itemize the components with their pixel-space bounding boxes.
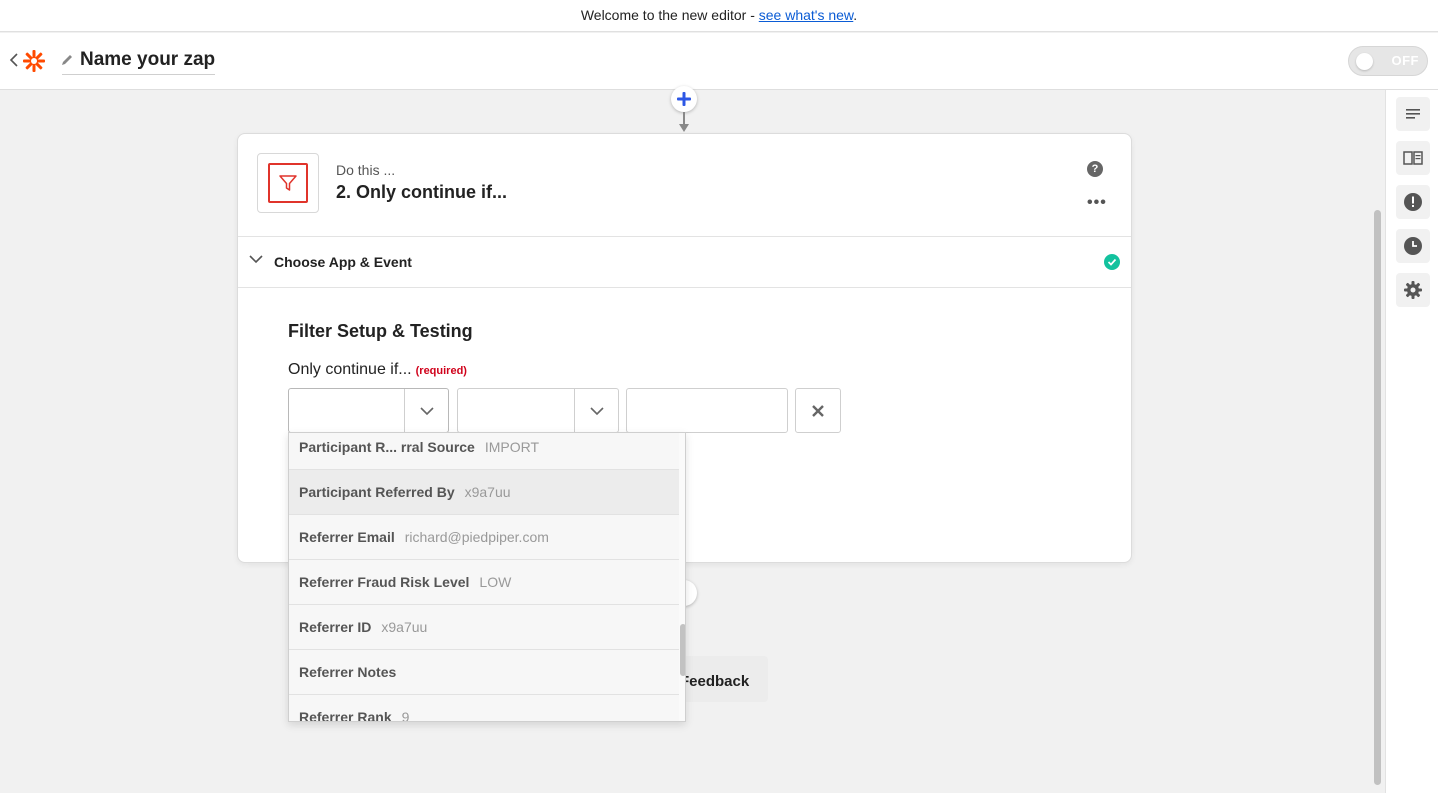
editor-header: Name your zap OFF	[0, 33, 1438, 90]
remove-condition-button[interactable]	[795, 388, 841, 433]
filter-setup-title: Filter Setup & Testing	[288, 321, 473, 341]
option-key: Participant Referred By	[299, 484, 455, 500]
settings-button[interactable]	[1396, 273, 1430, 307]
field-select[interactable]	[288, 388, 449, 433]
page-scrollbar[interactable]	[1371, 90, 1383, 793]
clock-icon	[1404, 237, 1422, 255]
chevron-down-icon	[589, 406, 604, 415]
pencil-icon	[60, 53, 74, 67]
close-icon	[812, 404, 824, 417]
more-options-icon[interactable]: •••	[1087, 194, 1107, 212]
option-value: LOW	[479, 574, 512, 590]
book-icon	[1403, 151, 1423, 165]
list-icon	[1406, 109, 1420, 119]
toggle-label: OFF	[1391, 53, 1419, 68]
feedback-label: Feedback	[680, 673, 750, 690]
zap-on-off-toggle[interactable]: OFF	[1348, 46, 1428, 76]
dropdown-option[interactable]: Referrer Email richard@piedpiper.com	[289, 515, 679, 560]
condition-select-toggle[interactable]	[574, 389, 618, 432]
option-key: Referrer Rank	[299, 709, 392, 722]
alert-icon	[1404, 193, 1422, 211]
banner-text: Welcome to the new editor -	[580, 7, 759, 23]
dropdown-option[interactable]: Referrer Fraud Risk Level LOW	[289, 560, 679, 605]
plus-icon	[677, 92, 691, 106]
zap-name-text: Name your zap	[80, 49, 216, 70]
chevron-down-icon	[248, 251, 264, 267]
banner-suffix: .	[853, 7, 858, 23]
page-scrollbar-thumb[interactable]	[1374, 210, 1381, 785]
add-step-button-top[interactable]	[671, 86, 697, 112]
right-sidebar	[1385, 90, 1438, 793]
dropdown-option[interactable]: Referrer Rank 9	[289, 695, 679, 722]
option-value: x9a7uu	[381, 619, 428, 635]
zap-name-field[interactable]: Name your zap	[62, 47, 216, 75]
option-value: richard@piedpiper.com	[404, 529, 549, 545]
option-key: Referrer Email	[299, 529, 395, 545]
zapier-logo-icon[interactable]	[22, 49, 46, 73]
outline-button[interactable]	[1396, 97, 1430, 131]
only-continue-label: Only continue if... (required)	[288, 361, 467, 379]
alerts-button[interactable]	[1396, 185, 1430, 219]
option-key: Participant R... rral Source	[299, 439, 475, 455]
field-dropdown-menu: Participant R... rral Source IMPORT Parti…	[288, 432, 686, 722]
filter-app-icon	[268, 163, 308, 203]
dropdown-option[interactable]: Referrer Notes	[289, 650, 679, 695]
dropdown-option[interactable]: Referrer ID x9a7uu	[289, 605, 679, 650]
step-title: 2. Only continue if...	[336, 182, 508, 202]
connector-arrow-icon	[679, 124, 689, 132]
dropdown-scrollbar[interactable]	[679, 433, 685, 721]
field-select-toggle[interactable]	[404, 389, 448, 432]
required-tag: (required)	[415, 365, 467, 377]
dropdown-option[interactable]: Participant Referred By x9a7uu	[289, 470, 679, 515]
check-circle-icon	[1104, 254, 1120, 270]
back-chevron-icon[interactable]	[9, 52, 23, 70]
section-title: Choose App & Event	[274, 254, 412, 270]
card-divider	[238, 287, 1131, 288]
see-whats-new-link[interactable]: see what's new	[759, 7, 854, 23]
dropdown-option[interactable]: Participant R... rral Source IMPORT	[289, 433, 679, 470]
condition-select[interactable]	[457, 388, 619, 433]
step-kicker: Do this ...	[336, 162, 396, 178]
option-value: x9a7uu	[464, 484, 511, 500]
gear-icon	[1404, 281, 1422, 299]
option-key: Referrer ID	[299, 619, 372, 635]
help-icon[interactable]: ?	[1087, 161, 1103, 177]
field-dropdown-list: Participant R... rral Source IMPORT Parti…	[289, 433, 679, 722]
only-continue-text: Only continue if...	[288, 361, 412, 378]
option-value: 9	[401, 709, 410, 722]
announcement-banner: Welcome to the new editor - see what's n…	[0, 0, 1438, 32]
chevron-down-icon	[419, 406, 434, 415]
funnel-icon	[279, 175, 297, 191]
dropdown-scrollbar-thumb[interactable]	[680, 624, 685, 676]
option-key: Referrer Fraud Risk Level	[299, 574, 470, 590]
value-input[interactable]	[626, 388, 788, 433]
option-value: IMPORT	[484, 439, 540, 455]
toggle-knob	[1356, 53, 1373, 70]
option-key: Referrer Notes	[299, 664, 397, 680]
history-button[interactable]	[1396, 229, 1430, 263]
guide-button[interactable]	[1396, 141, 1430, 175]
filter-app-icon-box	[257, 153, 319, 213]
choose-app-event-section[interactable]: Choose App & Event	[238, 237, 1131, 287]
